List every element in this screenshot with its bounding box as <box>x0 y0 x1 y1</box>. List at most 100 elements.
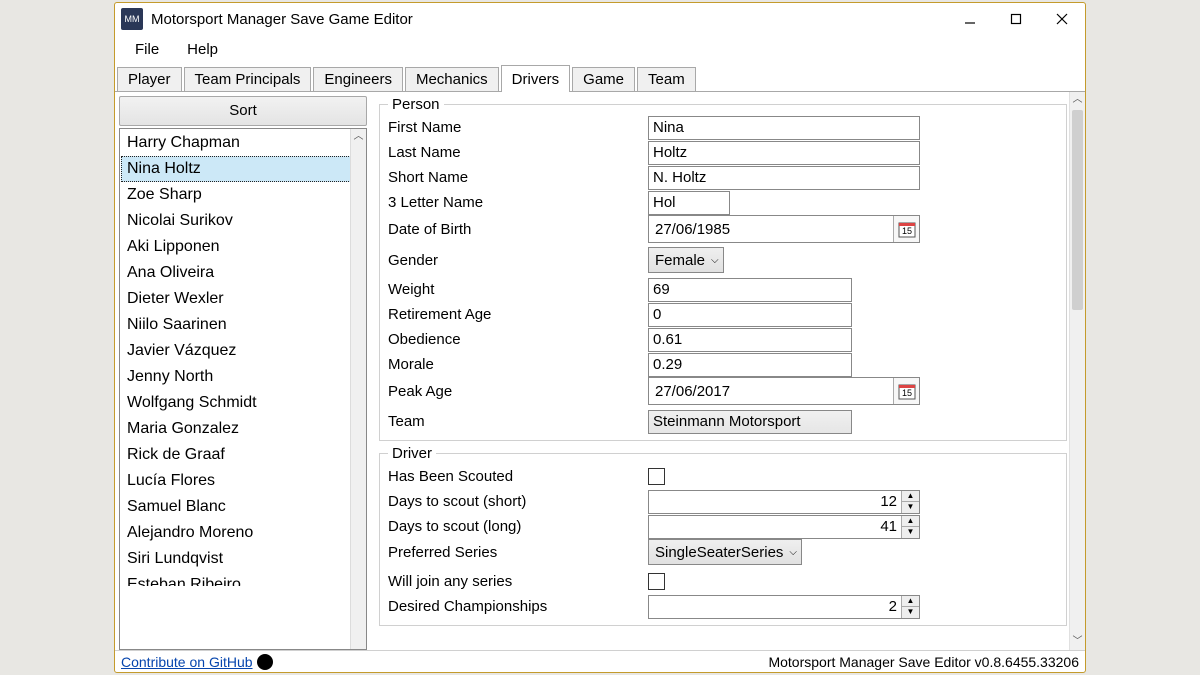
calendar-icon[interactable]: 15 <box>893 216 919 242</box>
label-gender: Gender <box>388 252 648 269</box>
list-item[interactable]: Alejandro Moreno <box>121 520 365 546</box>
morale-input[interactable] <box>648 353 852 377</box>
spin-down-icon[interactable]: ▼ <box>902 502 919 513</box>
listbox-scrollbar[interactable]: ︿ <box>350 129 366 649</box>
list-item[interactable]: Javier Vázquez <box>121 338 365 364</box>
tab-game[interactable]: Game <box>572 67 635 91</box>
sort-button[interactable]: Sort <box>119 96 367 126</box>
svg-text:15: 15 <box>901 226 911 236</box>
label-scouted: Has Been Scouted <box>388 468 648 485</box>
label-last-name: Last Name <box>388 144 648 161</box>
list-item[interactable]: Jenny North <box>121 364 365 390</box>
list-item[interactable]: Zoe Sharp <box>121 182 365 208</box>
peak-input[interactable] <box>649 378 893 404</box>
driver-listbox[interactable]: Harry ChapmanNina HoltzZoe SharpNicolai … <box>119 128 367 650</box>
github-icon <box>257 654 273 670</box>
spin-up-icon[interactable]: ▲ <box>902 596 919 608</box>
label-days-short: Days to scout (short) <box>388 493 648 510</box>
weight-input[interactable] <box>648 278 852 302</box>
obedience-input[interactable] <box>648 328 852 352</box>
days-short-stepper[interactable]: ▲▼ <box>648 490 920 514</box>
label-first-name: First Name <box>388 119 648 136</box>
scroll-up-icon[interactable]: ︿ <box>351 129 366 145</box>
titlebar: MM Motorsport Manager Save Game Editor <box>115 3 1085 35</box>
tab-row: Player Team Principals Engineers Mechani… <box>115 64 1085 92</box>
label-champs: Desired Championships <box>388 598 648 615</box>
dob-input[interactable] <box>649 216 893 242</box>
tab-team-principals[interactable]: Team Principals <box>184 67 312 91</box>
scroll-down-icon[interactable]: ﹀ <box>1070 634 1085 650</box>
days-long-stepper[interactable]: ▲▼ <box>648 515 920 539</box>
label-dob: Date of Birth <box>388 221 648 238</box>
menu-help[interactable]: Help <box>173 38 232 61</box>
peak-picker[interactable]: 15 <box>648 377 920 405</box>
three-letter-input[interactable] <box>648 191 730 215</box>
minimize-button[interactable] <box>947 3 993 35</box>
label-morale: Morale <box>388 356 648 373</box>
last-name-input[interactable] <box>648 141 920 165</box>
tab-mechanics[interactable]: Mechanics <box>405 67 499 91</box>
series-combo[interactable]: SingleSeaterSeries⌵ <box>648 539 802 565</box>
list-item[interactable]: Aki Lipponen <box>121 234 365 260</box>
champs-stepper[interactable]: ▲▼ <box>648 595 920 619</box>
contribute-link[interactable]: Contribute on GitHub <box>121 654 273 670</box>
driver-group: Driver Has Been Scouted Days to scout (s… <box>379 445 1067 626</box>
chevron-down-icon: ⌵ <box>711 255 719 266</box>
gender-combo[interactable]: Female⌵ <box>648 247 724 273</box>
tab-engineers[interactable]: Engineers <box>313 67 403 91</box>
label-three-letter: 3 Letter Name <box>388 194 648 211</box>
spin-down-icon[interactable]: ▼ <box>902 607 919 618</box>
tab-team[interactable]: Team <box>637 67 696 91</box>
close-button[interactable] <box>1039 3 1085 35</box>
app-icon: MM <box>121 8 143 30</box>
label-short-name: Short Name <box>388 169 648 186</box>
sidebar: Sort Harry ChapmanNina HoltzZoe SharpNic… <box>115 92 373 650</box>
driver-legend: Driver <box>388 445 436 462</box>
spin-down-icon[interactable]: ▼ <box>902 527 919 538</box>
tab-drivers[interactable]: Drivers <box>501 65 571 92</box>
label-obedience: Obedience <box>388 331 648 348</box>
statusbar: Contribute on GitHub Motorsport Manager … <box>115 650 1085 672</box>
tab-player[interactable]: Player <box>117 67 182 91</box>
label-days-long: Days to scout (long) <box>388 518 648 535</box>
list-item[interactable]: Maria Gonzalez <box>121 416 365 442</box>
chevron-down-icon: ⌵ <box>789 547 797 558</box>
list-item[interactable]: Lucía Flores <box>121 468 365 494</box>
first-name-input[interactable] <box>648 116 920 140</box>
list-item[interactable]: Nina Holtz <box>121 156 365 182</box>
menu-file[interactable]: File <box>121 38 173 61</box>
short-name-input[interactable] <box>648 166 920 190</box>
list-item[interactable]: Nicolai Surikov <box>121 208 365 234</box>
maximize-button[interactable] <box>993 3 1039 35</box>
svg-text:15: 15 <box>901 388 911 398</box>
list-item[interactable]: Samuel Blanc <box>121 494 365 520</box>
list-item[interactable]: Dieter Wexler <box>121 286 365 312</box>
scroll-up-icon[interactable]: ︿ <box>1070 92 1085 108</box>
menubar: File Help <box>115 35 1085 64</box>
scouted-checkbox[interactable] <box>648 468 665 485</box>
spin-up-icon[interactable]: ▲ <box>902 516 919 528</box>
list-item[interactable]: Niilo Saarinen <box>121 312 365 338</box>
window-title: Motorsport Manager Save Game Editor <box>151 11 947 28</box>
main-window: MM Motorsport Manager Save Game Editor F… <box>114 2 1086 673</box>
list-item[interactable]: Esteban Ribeiro <box>121 572 365 586</box>
list-item[interactable]: Rick de Graaf <box>121 442 365 468</box>
label-weight: Weight <box>388 281 648 298</box>
team-readonly: Steinmann Motorsport <box>648 410 852 434</box>
list-item[interactable]: Siri Lundqvist <box>121 546 365 572</box>
spin-up-icon[interactable]: ▲ <box>902 491 919 503</box>
any-series-checkbox[interactable] <box>648 573 665 590</box>
label-series: Preferred Series <box>388 544 648 561</box>
retirement-input[interactable] <box>648 303 852 327</box>
list-item[interactable]: Ana Oliveira <box>121 260 365 286</box>
list-item[interactable]: Harry Chapman <box>121 130 365 156</box>
detail-scrollbar[interactable]: ︿ ﹀ <box>1069 92 1085 650</box>
version-label: Motorsport Manager Save Editor v0.8.6455… <box>768 654 1079 670</box>
label-retire: Retirement Age <box>388 306 648 323</box>
detail-pane: Person First Name Last Name Short Name 3… <box>373 92 1085 650</box>
list-item[interactable]: Wolfgang Schmidt <box>121 390 365 416</box>
person-group: Person First Name Last Name Short Name 3… <box>379 96 1067 441</box>
calendar-icon[interactable]: 15 <box>893 378 919 404</box>
scroll-thumb[interactable] <box>1072 110 1083 310</box>
dob-picker[interactable]: 15 <box>648 215 920 243</box>
